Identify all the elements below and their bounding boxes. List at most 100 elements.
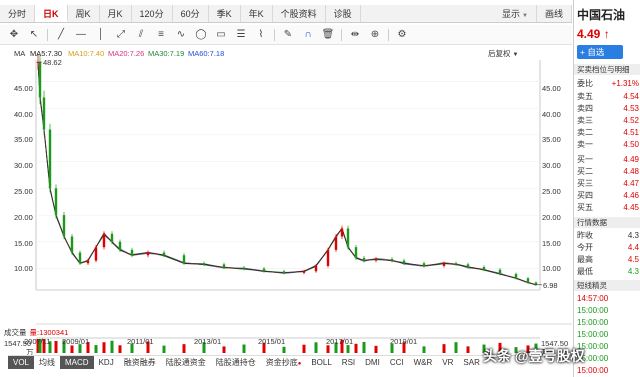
candle-body bbox=[202, 263, 206, 265]
polyline-icon[interactable]: ∿ bbox=[171, 27, 191, 43]
candle-body bbox=[514, 273, 518, 279]
y-tick-right: 25.00 bbox=[542, 187, 561, 196]
y-tick-left: 20.00 bbox=[14, 213, 33, 222]
tab-rsi[interactable]: RSI bbox=[337, 356, 360, 369]
bidask-title: 买卖档位与明细 bbox=[574, 64, 640, 75]
tab-vr[interactable]: VR bbox=[437, 356, 458, 369]
tab-minute[interactable]: 分时 bbox=[0, 5, 36, 22]
tab-macd[interactable]: MACD bbox=[60, 356, 94, 369]
ask-row[interactable]: 卖五 4.54 bbox=[577, 91, 640, 103]
y-tick-left: 10.00 bbox=[14, 264, 33, 273]
tick-row[interactable]: 15:00:00 bbox=[577, 305, 640, 316]
candle-body bbox=[94, 247, 98, 261]
bid-row[interactable]: 买四 4.46 bbox=[577, 190, 640, 202]
horizontal-line-icon[interactable]: — bbox=[71, 27, 91, 43]
channel-icon[interactable]: ⫽ bbox=[131, 27, 151, 43]
candle-body bbox=[402, 260, 406, 264]
bid-row[interactable]: 买一 4.49 bbox=[577, 154, 640, 166]
tab-boll[interactable]: BOLL bbox=[306, 356, 336, 369]
ask-label: 卖五 bbox=[577, 92, 593, 101]
display-button[interactable]: 显示 ▼ bbox=[494, 5, 537, 22]
ask-row[interactable]: 卖二 4.51 bbox=[577, 127, 640, 139]
candle-body bbox=[442, 263, 446, 266]
expand-icon[interactable]: ⇹ bbox=[345, 27, 365, 43]
tick-row[interactable]: 14:57:00 bbox=[577, 293, 640, 304]
tick-row[interactable]: 15:00:00 bbox=[577, 353, 640, 364]
tab-stock-info[interactable]: 个股资料 bbox=[273, 5, 326, 22]
indicator-label[interactable]: MA bbox=[14, 49, 25, 59]
tab-bottom-fishing[interactable]: 资金抄底● bbox=[261, 356, 307, 369]
tab-vol[interactable]: VOL bbox=[8, 356, 35, 369]
tick-row[interactable]: 15:00:00 bbox=[577, 317, 640, 328]
display-label: 显示 bbox=[502, 9, 521, 19]
parallel-lines-icon[interactable]: ≡ bbox=[151, 27, 171, 43]
volume-bar bbox=[162, 345, 166, 353]
tab-dmi[interactable]: DMI bbox=[360, 356, 385, 369]
candle-body bbox=[282, 271, 286, 273]
fibonacci-icon[interactable]: ☰ bbox=[231, 27, 251, 43]
ask-row[interactable]: 卖一 4.50 bbox=[577, 139, 640, 151]
tab-60min[interactable]: 60分 bbox=[173, 5, 209, 22]
quote-label: 最高 bbox=[577, 255, 593, 264]
tab-year-k[interactable]: 年K bbox=[241, 5, 273, 22]
add-watchlist-button[interactable]: + 自选 bbox=[577, 45, 623, 59]
candle-body bbox=[86, 260, 90, 264]
candle-body bbox=[162, 252, 166, 256]
tab-ma[interactable]: 均线 bbox=[34, 356, 60, 369]
line-segment-icon[interactable]: ╱ bbox=[51, 27, 71, 43]
wb-label: 委比 bbox=[577, 79, 593, 88]
quote-label: 昨收 bbox=[577, 231, 593, 240]
x-tick: 2019/01 bbox=[390, 337, 418, 346]
tab-diagnosis[interactable]: 诊股 bbox=[326, 5, 361, 22]
candle-body bbox=[362, 257, 366, 261]
pencil-icon[interactable]: ✎ bbox=[278, 27, 298, 43]
candle-body bbox=[38, 62, 42, 98]
candle-body bbox=[262, 268, 266, 272]
adjust-selector[interactable]: 后复权 ▼ bbox=[488, 48, 518, 59]
tab-quarter-k[interactable]: 季K bbox=[209, 5, 241, 22]
volume-bar bbox=[346, 345, 350, 353]
tab-cci[interactable]: CCI bbox=[385, 356, 409, 369]
ray-icon[interactable]: ⤢ bbox=[111, 27, 131, 43]
tab-120min[interactable]: 120分 bbox=[132, 5, 173, 22]
elf-title: 短线精灵 bbox=[574, 280, 640, 291]
rectangle-icon[interactable]: ▭ bbox=[211, 27, 231, 43]
ask-row[interactable]: 卖四 4.53 bbox=[577, 103, 640, 115]
cycle-icon[interactable]: ⌇ bbox=[251, 27, 271, 43]
settings-icon[interactable]: ⚙ bbox=[392, 27, 412, 43]
volume-bar bbox=[354, 343, 358, 353]
tick-row[interactable]: 15:00:00 bbox=[577, 329, 640, 340]
bid-price: 4.45 bbox=[623, 203, 639, 212]
new-badge: ● bbox=[297, 361, 302, 367]
circle-icon[interactable]: ◯ bbox=[191, 27, 211, 43]
delete-icon[interactable]: 🗑 bbox=[318, 27, 338, 43]
zoom-icon[interactable]: ⊕ bbox=[365, 27, 385, 43]
tab-margin[interactable]: 融资融券 bbox=[119, 356, 161, 369]
move-icon[interactable]: ✥ bbox=[4, 27, 24, 43]
magnet-icon[interactable]: ∩ bbox=[298, 27, 318, 43]
tab-weekly-k[interactable]: 周K bbox=[68, 5, 100, 22]
tick-row[interactable]: 15:00:00 bbox=[577, 341, 640, 352]
bid-row[interactable]: 买五 4.45 bbox=[577, 202, 640, 214]
volume-bar bbox=[222, 346, 226, 353]
tab-kdj[interactable]: KDJ bbox=[94, 356, 119, 369]
period-tabs: 分时 日K 周K 月K 120分 60分 季K 年K 个股资料 诊股 显示 ▼ 画… bbox=[0, 5, 572, 23]
stock-name: 中国石油 bbox=[577, 8, 626, 22]
bid-row[interactable]: 买三 4.47 bbox=[577, 178, 640, 190]
tab-monthly-k[interactable]: 月K bbox=[100, 5, 132, 22]
ask-price: 4.50 bbox=[623, 140, 639, 149]
series-line-ma60 bbox=[37, 61, 537, 285]
cursor-icon[interactable]: ↖ bbox=[24, 27, 44, 43]
tick-row[interactable]: 15:00:00 bbox=[577, 365, 640, 376]
volume-bar bbox=[314, 342, 318, 353]
ask-row[interactable]: 卖三 4.52 bbox=[577, 115, 640, 127]
low-price-label: 6.98 bbox=[543, 281, 558, 290]
tab-hk-holding[interactable]: 陆股通持仓 bbox=[211, 356, 261, 369]
tab-hk-fund[interactable]: 陆股通资金 bbox=[161, 356, 211, 369]
tab-wr[interactable]: W&R bbox=[409, 356, 438, 369]
tab-daily-k[interactable]: 日K bbox=[35, 5, 68, 22]
draw-button[interactable]: 画线 bbox=[537, 5, 572, 22]
tab-sar[interactable]: SAR bbox=[458, 356, 484, 369]
vertical-line-icon[interactable]: │ bbox=[91, 27, 111, 43]
bid-row[interactable]: 买二 4.48 bbox=[577, 166, 640, 178]
